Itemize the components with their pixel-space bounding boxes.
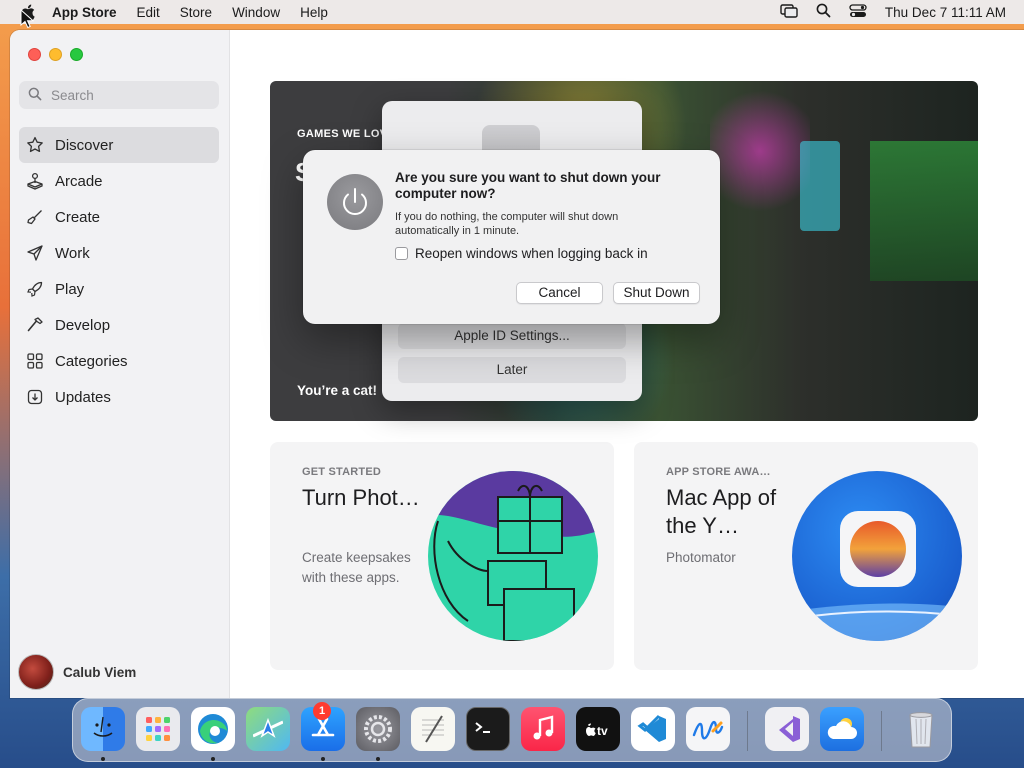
close-window-button[interactable] (28, 48, 41, 61)
sidebar-item-categories[interactable]: Categories (19, 343, 219, 379)
music-icon[interactable] (521, 707, 565, 751)
avatar (18, 654, 54, 690)
trash-icon[interactable] (899, 707, 943, 751)
rocket-icon (25, 279, 45, 299)
sidebar-item-play[interactable]: Play (19, 271, 219, 307)
menu-store[interactable]: Store (180, 5, 212, 20)
running-indicator (321, 757, 325, 761)
running-indicator (211, 757, 215, 761)
sidebar-nav: Discover Arcade Create Work Play Develop… (19, 127, 219, 415)
sidebar-item-discover[interactable]: Discover (19, 127, 219, 163)
window-controls (28, 48, 83, 61)
svg-text:tv: tv (597, 724, 608, 737)
dock-separator (747, 711, 748, 751)
dialog-message: If you do nothing, the computer will shu… (395, 211, 619, 237)
sidebar-item-work[interactable]: Work (19, 235, 219, 271)
sidebar-item-label: Updates (55, 388, 111, 406)
sidebar-item-label: Work (55, 244, 90, 262)
search-field[interactable]: Search (19, 81, 219, 109)
menu-app-name[interactable]: App Store (52, 5, 117, 20)
running-indicator (101, 757, 105, 761)
checkbox-label: Reopen windows when logging back in (415, 246, 648, 261)
joystick-icon (25, 171, 45, 191)
sidebar-item-label: Categories (55, 352, 128, 370)
vscode-icon[interactable] (631, 707, 675, 751)
card-title: Mac App of the Y… (666, 485, 777, 538)
shutdown-confirmation-dialog: Are you sure you want to shut down your … (303, 150, 720, 324)
sidebar-item-updates[interactable]: Updates (19, 379, 219, 415)
power-icon (327, 174, 383, 230)
zoom-window-button[interactable] (70, 48, 83, 61)
sidebar-item-label: Arcade (55, 172, 103, 190)
mouse-cursor-icon (20, 8, 35, 34)
edge-browser-icon[interactable] (191, 707, 235, 751)
gift-illustration (428, 471, 598, 641)
visual-studio-icon[interactable] (765, 707, 809, 751)
maps-icon[interactable] (246, 707, 290, 751)
later-button[interactable]: Later (398, 357, 626, 383)
terminal-icon[interactable] (466, 707, 510, 751)
card-title: Turn Phot… (302, 485, 420, 510)
card-kicker: GET STARTED (302, 466, 381, 478)
finder-icon[interactable] (81, 707, 125, 751)
banner-tagline: You’re a cat! (297, 383, 378, 398)
download-icon (25, 387, 45, 407)
sidebar-item-label: Discover (55, 136, 114, 154)
system-settings-icon[interactable] (356, 707, 400, 751)
search-icon (28, 87, 42, 104)
sidebar-item-label: Play (55, 280, 85, 298)
story-card-app-store-awards[interactable]: APP STORE AWA… Mac App of the Y… Photoma… (634, 442, 978, 670)
banner-eyebrow: GAMES WE LOV (297, 128, 388, 140)
minimize-window-button[interactable] (49, 48, 62, 61)
sidebar-item-arcade[interactable]: Arcade (19, 163, 219, 199)
menu-help[interactable]: Help (300, 5, 328, 20)
menu-bar: App Store Edit Store Window Help Thu Dec… (0, 0, 1024, 24)
user-name: Calub Viem (63, 664, 137, 680)
screen-mirroring-icon[interactable] (780, 3, 798, 21)
sidebar-item-create[interactable]: Create (19, 199, 219, 235)
card-description: Photomator (666, 550, 736, 565)
hammer-icon (25, 315, 45, 335)
dock: tv (72, 698, 952, 762)
freeform-icon[interactable] (686, 707, 730, 751)
sidebar-item-label: Develop (55, 316, 111, 334)
menu-clock[interactable]: Thu Dec 7 11:11 AM (885, 5, 1006, 20)
spotlight-search-icon[interactable] (816, 3, 831, 21)
menu-window[interactable]: Window (232, 5, 280, 20)
grid-icon (25, 351, 45, 371)
launchpad-icon[interactable] (136, 707, 180, 751)
photomator-icon (792, 471, 962, 641)
sidebar-item-develop[interactable]: Develop (19, 307, 219, 343)
checkbox-box[interactable] (395, 247, 408, 260)
notification-badge: 1 (313, 702, 331, 720)
brush-icon (25, 207, 45, 227)
dock-separator (881, 711, 882, 751)
control-center-icon[interactable] (849, 3, 867, 21)
search-placeholder: Search (51, 87, 94, 103)
sidebar: Search Discover Arcade Create Work Play … (10, 30, 230, 698)
paperplane-icon (25, 243, 45, 263)
sidebar-item-label: Create (55, 208, 101, 226)
reopen-windows-checkbox[interactable]: Reopen windows when logging back in (395, 246, 648, 261)
apple-id-settings-button[interactable]: Apple ID Settings... (398, 323, 626, 349)
card-kicker: APP STORE AWA… (666, 466, 771, 478)
shut-down-button[interactable]: Shut Down (613, 282, 700, 304)
dialog-title: Are you sure you want to shut down your … (395, 170, 661, 201)
story-card-get-started[interactable]: GET STARTED Turn Phot… Create keepsakes … (270, 442, 614, 670)
star-icon (25, 135, 45, 155)
account-profile[interactable]: Calub Viem (18, 654, 136, 690)
apple-tv-icon[interactable]: tv (576, 707, 620, 751)
card-description: Create keepsakes with these apps. (302, 550, 411, 585)
weather-icon[interactable] (820, 707, 864, 751)
cancel-button[interactable]: Cancel (516, 282, 603, 304)
running-indicator (376, 757, 380, 761)
textedit-icon[interactable] (411, 707, 455, 751)
menu-edit[interactable]: Edit (137, 5, 160, 20)
